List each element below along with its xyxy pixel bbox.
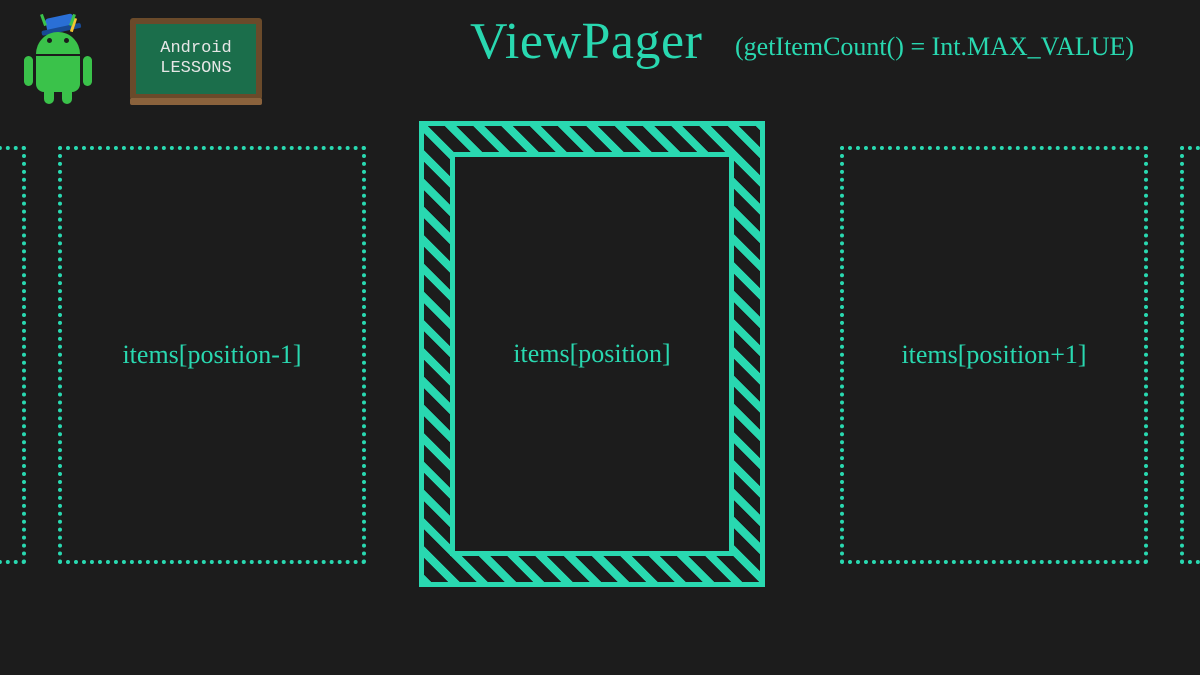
android-mascot-icon (28, 22, 88, 100)
title-suffix: (getItemCount() = Int.MAX_VALUE) (735, 32, 1134, 62)
pager-card-next: items[position+1] (840, 146, 1148, 564)
brand-chalkboard: Android LESSONS (130, 18, 262, 100)
pager-card-previous: items[position-1] (58, 146, 366, 564)
pager-card-offscreen-left (0, 146, 26, 564)
chalkboard-line2: LESSONS (160, 59, 231, 79)
pager-card-offscreen-right (1180, 146, 1200, 564)
card-label-current: items[position] (513, 339, 670, 369)
diagram-stage: Android LESSONS ViewPager (getItemCount(… (0, 0, 1200, 675)
pager-card-current: items[position] (392, 94, 792, 614)
diagram-title: ViewPager (470, 12, 702, 71)
card-label-next: items[position+1] (901, 340, 1086, 370)
chalkboard-line1: Android (160, 39, 231, 59)
card-label-previous: items[position-1] (122, 340, 301, 370)
title-main: ViewPager (470, 13, 702, 70)
